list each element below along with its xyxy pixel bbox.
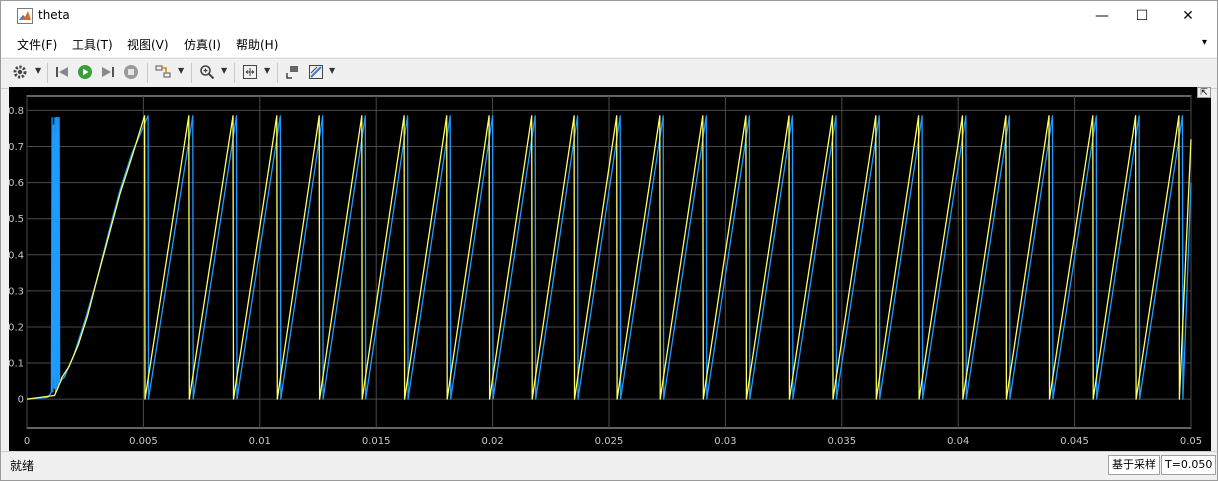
menu-file[interactable]: 文件(F) — [17, 36, 57, 53]
maximize-button[interactable]: ☐ — [1119, 1, 1165, 31]
minimize-icon: — — [1095, 8, 1109, 24]
y-tick-label: 0.7 — [9, 142, 24, 153]
x-tick-label: 0.015 — [362, 436, 391, 447]
chevron-down-icon[interactable]: ▼ — [264, 66, 270, 75]
status-text: 就绪 — [10, 459, 35, 473]
toolbar: ▼ ▼ ▼ ▼ ▼ — [1, 58, 1217, 89]
y-tick-label: 0.3 — [9, 286, 24, 297]
y-tick-label: 0.4 — [9, 250, 24, 261]
x-tick-label: 0.03 — [714, 436, 736, 447]
menu-help[interactable]: 帮助(H) — [236, 36, 278, 53]
x-tick-label: 0.05 — [1180, 436, 1202, 447]
toolbar-separator — [47, 63, 48, 83]
maximize-icon: ☐ — [1135, 8, 1149, 24]
x-tick-label: 0.005 — [129, 436, 158, 447]
sample-mode-indicator: 基于采样 — [1108, 455, 1160, 475]
x-tick-label: 0.02 — [481, 436, 503, 447]
y-tick-label: 0.2 — [9, 322, 24, 333]
zoom-icon[interactable] — [198, 63, 216, 81]
stop-icon[interactable] — [122, 63, 140, 81]
chevron-down-icon[interactable]: ▼ — [35, 66, 41, 75]
sim-time-indicator: T=0.050 — [1161, 455, 1217, 475]
menu-bar: 文件(F) 工具(T) 视图(V) 仿真(I) 帮助(H) ▾ — [1, 31, 1217, 57]
step-back-icon[interactable] — [53, 63, 71, 81]
chevron-down-icon[interactable]: ▼ — [329, 66, 335, 75]
toolbar-separator — [147, 63, 148, 83]
close-icon: ✕ — [1182, 8, 1194, 24]
menu-expand-icon[interactable]: ▾ — [1202, 37, 1207, 48]
menu-view[interactable]: 视图(V) — [127, 36, 169, 53]
title-bar[interactable]: theta — ☐ ✕ — [1, 1, 1217, 31]
status-bar: 就绪 基于采样 T=0.050 — [1, 451, 1217, 477]
x-tick-label: 0 — [24, 436, 30, 447]
x-tick-label: 0.035 — [827, 436, 856, 447]
fit-icon[interactable] — [241, 63, 259, 81]
scope-chart: 0 0.005 0.01 0.015 0.02 0.025 0.03 0.035 0.04 0.0… — [8, 95, 1202, 447]
y-tick-label: 0.6 — [9, 178, 24, 189]
x-tick-label: 0.045 — [1060, 436, 1089, 447]
highlight-icon[interactable] — [154, 63, 172, 81]
scope-plot-area[interactable]: ⇱ 0 0.005 0.01 0.015 0.02 0.025 0.03 0.035 0.04 0… — [8, 87, 1211, 451]
x-tick-label: 0.025 — [595, 436, 624, 447]
y-tick-label: 0.1 — [9, 359, 24, 370]
y-tick-label: 0.8 — [9, 106, 24, 117]
toolbar-separator — [234, 63, 235, 83]
y-tick-label: 0.5 — [9, 214, 24, 225]
cursor-icon[interactable] — [283, 63, 301, 81]
run-icon[interactable] — [76, 63, 94, 81]
toolbar-separator — [191, 63, 192, 83]
x-tick-label: 0.04 — [947, 436, 969, 447]
close-button[interactable]: ✕ — [1165, 1, 1211, 31]
menu-simulation[interactable]: 仿真(I) — [184, 36, 221, 53]
scope-window: theta — ☐ ✕ 文件(F) 工具(T) 视图(V) 仿真(I) 帮助(H… — [0, 0, 1218, 481]
x-tick-label: 0.01 — [249, 436, 271, 447]
toolbar-separator — [277, 63, 278, 83]
style-icon[interactable] — [307, 63, 325, 81]
undock-axes-button[interactable]: ⇱ — [1197, 87, 1211, 98]
window-title: theta — [38, 8, 70, 22]
chevron-down-icon[interactable]: ▼ — [221, 66, 227, 75]
gear-icon[interactable] — [11, 63, 29, 81]
step-forward-icon[interactable] — [99, 63, 117, 81]
menu-tools[interactable]: 工具(T) — [72, 36, 113, 53]
y-tick-label: 0 — [18, 395, 24, 406]
chevron-down-icon[interactable]: ▼ — [178, 66, 184, 75]
matlab-logo-icon — [17, 8, 33, 24]
